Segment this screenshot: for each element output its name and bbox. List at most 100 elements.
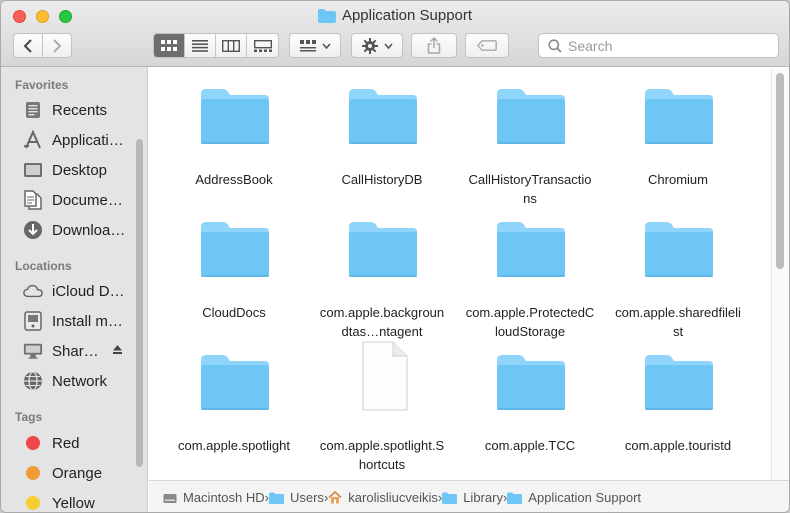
column-view-button[interactable] [216,34,247,57]
item-name: CallHistoryDB [341,172,423,187]
shared-computer-icon [23,341,43,361]
item-name: com.apple.TCC [484,438,576,453]
desktop-icon [23,160,43,180]
item-name: AddressBook [195,172,273,187]
sidebar-item-downloads[interactable]: Downloa… [23,218,139,242]
folder-icon [643,86,715,146]
sidebar-tag-red[interactable]: Red [23,431,139,455]
breadcrumb-item[interactable]: Macintosh HD [163,490,265,505]
sidebar-item-label: Recents [52,101,108,119]
item-name: com.apple.spotlight [177,438,290,453]
sidebar-item-recents[interactable]: Recents [23,98,139,122]
forward-button[interactable] [42,33,72,58]
folder-icon [199,86,271,146]
breadcrumb-label: Users [289,490,324,505]
breadcrumb-label: Macintosh HD [183,490,265,505]
finder-window: Application Support Search Favorites Rec… [0,0,790,513]
item-name: com.apple.spotlight.Shortcuts [319,438,445,472]
item-name: com.apple.touristd [624,438,732,453]
sidebar-item-label: Desktop [52,161,108,179]
tag-button[interactable] [465,33,509,58]
gear-icon [361,37,378,54]
group-by-button[interactable] [289,33,341,58]
hard-drive-icon [163,492,177,504]
sidebar-item-label: Install m… [52,312,123,330]
content-scrollbar-thumb[interactable] [776,73,784,269]
folder-icon [643,352,715,412]
icon-view-button[interactable] [154,34,185,57]
folder-icon [442,492,458,504]
chevron-right-icon [53,38,62,53]
item-name: com.apple.ProtectedCloudStorage [465,305,595,339]
tag-icon [477,40,497,51]
applications-icon [23,130,43,150]
breadcrumb-label: Library [463,490,503,505]
home-icon [328,491,342,504]
breadcrumb-label: Application Support [528,490,642,505]
share-icon [427,37,441,54]
gallery-view-icon [253,39,272,52]
breadcrumb-label: karolisliucveikis [348,490,438,505]
folder-icon [495,219,567,279]
recents-icon [23,100,43,120]
share-button[interactable] [411,33,457,58]
sidebar-item-icloud-drive[interactable]: iCloud D… [23,279,139,303]
breadcrumb-item[interactable]: Application Support [507,490,641,505]
breadcrumb-item[interactable]: Library [442,490,503,505]
back-button[interactable] [13,33,43,58]
sidebar-item-label: Applicati… [52,131,124,149]
sidebar-item-label: Red [52,434,80,452]
disk-icon [23,311,43,331]
sidebar-item-applications[interactable]: Applicati… [23,128,139,152]
sidebar-item-shared[interactable]: Shar… [23,339,139,363]
item-name: CallHistoryTransactions [468,172,592,206]
search-icon [548,38,562,53]
path-bar: Macintosh HD › Users › karolisliucveikis › Lib… [149,480,789,512]
chevron-left-icon [23,38,32,53]
tag-color-dot [23,463,43,483]
view-mode-switcher [153,33,279,58]
tag-color-dot [23,493,43,512]
gallery-view-button[interactable] [247,34,278,57]
sidebar-item-label: Shar… [52,342,99,360]
sidebar-item-desktop[interactable]: Desktop [23,158,139,182]
sidebar-item-install-disk[interactable]: Install m… [23,309,139,333]
sidebar-tag-orange[interactable]: Orange [23,461,139,485]
item-name: Chromium [648,172,708,187]
action-menu-button[interactable] [351,33,403,58]
folder-icon [347,219,419,279]
sidebar-tag-yellow[interactable]: Yellow [23,491,139,512]
item-name: com.apple.sharedfilelist [615,305,741,339]
tag-color-dot [23,433,43,453]
folder-icon [643,219,715,279]
sidebar-heading-favorites: Favorites [15,78,69,92]
sidebar-item-network[interactable]: Network [23,369,139,393]
sidebar-item-label: Network [52,372,108,390]
file-grid: AddressBook CallHistoryDB CallHistoryTrans… [149,68,771,480]
window-title: Application Support [1,7,789,27]
chevron-down-icon [383,42,393,49]
breadcrumb-item[interactable]: karolisliucveikis [328,490,438,505]
list-view-button[interactable] [185,34,216,57]
sidebar-heading-locations: Locations [15,259,72,273]
sidebar-item-label: Orange [52,464,103,482]
sidebar: Favorites Recents Applicati… Desktop Doc… [1,67,148,512]
downloads-icon [23,220,43,240]
folder-icon [199,352,271,412]
folder-icon [495,352,567,412]
sidebar-item-label: Downloa… [52,221,126,239]
sidebar-scrollbar[interactable] [136,139,143,467]
toolbar: Application Support Search [1,1,789,67]
icloud-icon [23,281,43,301]
folder-icon [495,86,567,146]
folder-icon [507,492,523,504]
eject-icon[interactable] [112,344,123,358]
list-view-icon [192,39,208,52]
breadcrumb-item[interactable]: Users [268,490,324,505]
folder-icon [347,86,419,146]
search-placeholder: Search [568,37,613,54]
sidebar-item-documents[interactable]: Docume… [23,188,139,212]
documents-icon [23,190,43,210]
chevron-down-icon [321,42,331,49]
search-field[interactable]: Search [538,33,779,58]
